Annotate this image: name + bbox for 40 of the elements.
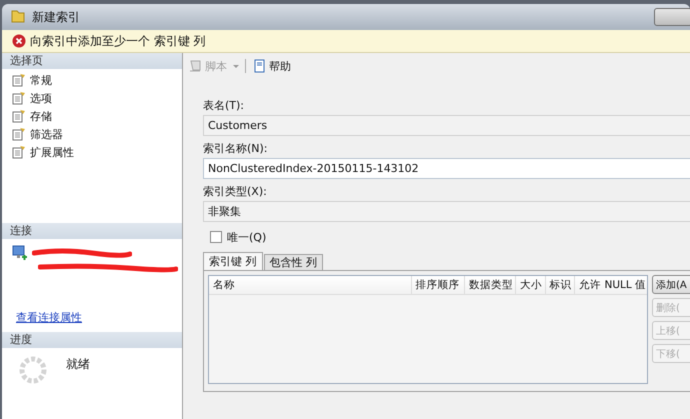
window-title: 新建索引 [32, 8, 80, 26]
toolbar-button[interactable]: 帮助 [251, 58, 293, 74]
column-header[interactable]: 名称 [209, 276, 411, 294]
column-header[interactable]: 数据类型 [464, 276, 515, 294]
page-icon [12, 91, 26, 105]
script-icon [189, 59, 203, 73]
column-header[interactable]: 大小 [515, 276, 545, 294]
help-document-icon [253, 59, 267, 73]
connection-properties-link[interactable]: 查看连接属性 [16, 311, 82, 324]
column-header[interactable]: 允许 NULL 值 [574, 276, 647, 294]
section-header: 选择页 [2, 53, 182, 69]
sidebar-item[interactable]: 筛选器 [2, 125, 182, 143]
sidebar-item[interactable]: 常规 [2, 71, 182, 89]
field-label: 索引名称(N): [203, 141, 269, 157]
dropdown-caret-icon[interactable] [232, 62, 240, 70]
text-field[interactable]: NonClusteredIndex-20150115-143102 [203, 158, 690, 179]
progress-status: 就绪 [66, 356, 90, 373]
progress-spinner-icon [18, 355, 48, 385]
section-header: 进度 [2, 332, 182, 348]
sidebar-item[interactable]: 存储 [2, 107, 182, 125]
error-message: 向索引中添加至少一个 索引键 列 [30, 32, 206, 50]
column-header[interactable]: 标识 [544, 276, 574, 294]
tab[interactable]: 包含性 列 [264, 254, 323, 270]
sidebar-item[interactable]: 扩展属性 [2, 143, 182, 161]
field-label: 索引类型(X): [203, 184, 268, 200]
side-button[interactable]: 添加(A [652, 275, 690, 294]
error-icon [12, 34, 26, 48]
sidebar-item[interactable]: 选项 [2, 89, 182, 107]
tab[interactable]: 索引键 列 [203, 252, 262, 270]
folder-icon [10, 9, 26, 25]
unique-checkbox[interactable]: 唯一(Q) [210, 230, 690, 244]
page-icon [12, 109, 26, 123]
server-icon [12, 245, 28, 261]
window-control-button[interactable] [654, 8, 690, 26]
field-label: 表名(T): [203, 98, 246, 114]
section-header: 连接 [2, 223, 182, 239]
page-icon [12, 145, 26, 159]
page-icon [12, 73, 26, 87]
page-icon [12, 127, 26, 141]
column-header[interactable]: 排序顺序 [410, 276, 464, 294]
